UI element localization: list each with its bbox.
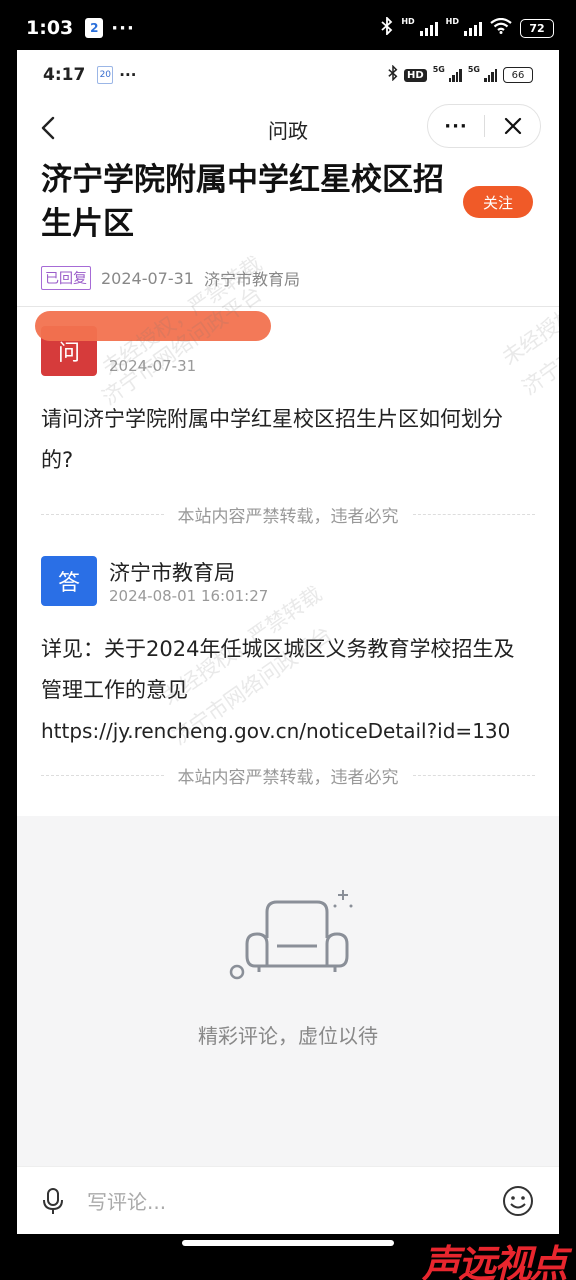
home-indicator[interactable] [182, 1240, 394, 1246]
bluetooth-icon [381, 15, 393, 39]
page-title: 济宁学院附属中学红星校区招生片区 [41, 162, 444, 242]
battery-icon: 72 [520, 18, 554, 38]
source-logo: 声远视点 [421, 1242, 568, 1280]
inner-more-icon: ··· [119, 66, 137, 84]
article-org: 济宁市教育局 [203, 270, 300, 289]
mini-program-capsule: ··· [427, 104, 541, 148]
inner-battery-icon: 66 [503, 67, 533, 83]
copyright-notice: 本站内容严禁转载，违者必究 [41, 499, 535, 529]
empty-comments-text: 精彩评论，虚位以待 [198, 1024, 378, 1048]
status-badge: 已回复 [41, 266, 91, 290]
more-notifications-icon: ··· [111, 17, 135, 39]
inner-notification-icon: 20 [97, 66, 114, 84]
inner-5g-label-2: 5G [467, 64, 480, 74]
comment-bar: 写评论... [17, 1166, 559, 1234]
follow-button[interactable]: 关注 [463, 186, 533, 218]
microphone-icon[interactable] [41, 1187, 65, 1215]
question-block: 问 2024-07-31 请问济宁学院附属中学红星校区招生片区如何划分的? 本站… [17, 307, 559, 529]
inner-5g-label: 5G [432, 64, 445, 74]
notice-text-2: 本站内容严禁转载，违者必究 [177, 767, 399, 788]
notice-dash-left-2 [41, 774, 164, 776]
wifi-icon [490, 17, 512, 38]
answer-header: 答 济宁市教育局 2024-08-01 16:01:27 [41, 537, 535, 625]
notice-dash-right [412, 513, 535, 515]
inner-hd-icon: HD [404, 68, 427, 82]
outer-status-bar: 1:03 2 ··· HD HD 72 [0, 0, 576, 56]
responder-name: 济宁市教育局 [109, 561, 235, 585]
inner-signal-icon [448, 68, 462, 82]
nav-bar: 问政 ··· [17, 100, 559, 156]
outer-status-icons: HD HD 72 [381, 15, 554, 39]
sofa-icon [227, 886, 357, 986]
hd-icon-2: HD [445, 16, 459, 26]
answer-badge: 答 [41, 556, 97, 606]
close-button[interactable] [485, 116, 540, 136]
answer-link[interactable]: https://jy.rencheng.gov.cn/noticeDetail?… [41, 711, 535, 752]
comment-input[interactable]: 写评论... [87, 1186, 501, 1215]
signal-icon-2 [464, 20, 482, 36]
answer-info: 济宁市教育局 2024-08-01 16:01:27 [109, 557, 268, 605]
emoji-icon[interactable] [501, 1184, 535, 1218]
article-meta: 已回复 2024-07-31 济宁市教育局 [41, 266, 535, 290]
article-header: 济宁学院附属中学红星校区招生片区 关注 已回复 2024-07-31 济宁市教育… [17, 156, 559, 306]
inner-signal-icon-2 [484, 68, 497, 82]
redaction-scribble [35, 311, 271, 341]
inner-screen: 4:17 20 ··· HD 5G 5G 66 问政 ··· 济宁学院附属中学红… [17, 50, 559, 1234]
notice-text: 本站内容严禁转载，违者必究 [177, 506, 399, 527]
hd-icon: HD [401, 16, 415, 26]
answer-block: 答 济宁市教育局 2024-08-01 16:01:27 详见：关于2024年任… [17, 537, 559, 790]
question-content: 请问济宁学院附属中学红星校区招生片区如何划分的? [41, 407, 503, 472]
notice-dash-left [41, 513, 164, 515]
answer-content: 详见：关于2024年任城区城区义务教育学校招生及管理工作的意见 [41, 637, 515, 702]
outer-clock: 1:03 [26, 17, 74, 39]
more-menu-button[interactable]: ··· [428, 116, 484, 137]
copyright-notice-2: 本站内容严禁转载，违者必究 [41, 760, 535, 790]
signal-icon [419, 20, 438, 36]
inner-status-icons: HD 5G 5G 66 [388, 65, 533, 85]
notice-dash-right-2 [412, 774, 535, 776]
question-time: 2024-07-31 [109, 357, 197, 375]
inner-status-bar: 4:17 20 ··· HD 5G 5G 66 [17, 50, 559, 100]
close-icon [504, 117, 521, 135]
notification-app-icon: 2 [85, 18, 104, 38]
inner-clock: 4:17 [43, 65, 86, 85]
comments-empty-state: 精彩评论，虚位以待 [17, 816, 559, 1166]
article-date: 2024-07-31 [101, 268, 194, 288]
answer-time: 2024-08-01 16:01:27 [109, 587, 269, 605]
inner-bluetooth-icon [388, 64, 398, 85]
